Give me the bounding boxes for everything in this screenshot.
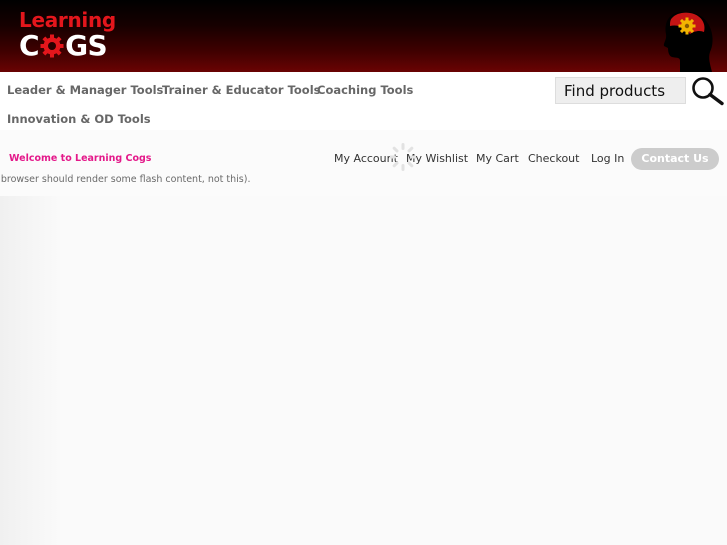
my-cart-link[interactable]: My Cart	[476, 152, 519, 166]
cog-icon	[40, 34, 64, 58]
search-input[interactable]	[555, 77, 686, 104]
head-with-gears-icon	[663, 12, 713, 72]
content-left-shadow	[0, 196, 60, 545]
site-header: Learning C GS	[0, 0, 727, 72]
my-account-link[interactable]: My Account	[334, 152, 398, 166]
nav-item-coaching-tools[interactable]: Coaching Tools	[317, 83, 413, 97]
loading-spinner-icon	[390, 143, 416, 171]
contact-us-button[interactable]: Contact Us	[631, 148, 719, 170]
log-in-link[interactable]: Log In	[591, 152, 624, 166]
flash-fallback-message: e browser should render some flash conte…	[0, 174, 251, 185]
main-navigation: Leader & Manager Tools Trainer & Educato…	[0, 72, 727, 130]
checkout-link[interactable]: Checkout	[528, 152, 579, 166]
search-icon[interactable]	[689, 76, 725, 106]
nav-item-leader-manager-tools[interactable]: Leader & Manager Tools	[7, 83, 163, 97]
nav-item-trainer-educator-tools[interactable]: Trainer & Educator Tools	[162, 83, 320, 97]
flash-content-area	[0, 196, 727, 545]
account-links-bar: Welcome to Learning Cogs My Account My W…	[0, 130, 727, 190]
logo-letters-gs: GS	[65, 29, 108, 62]
learning-cogs-logo[interactable]: Learning C GS	[19, 8, 119, 64]
welcome-message: Welcome to Learning Cogs	[9, 153, 152, 164]
nav-item-innovation-od-tools[interactable]: Innovation & OD Tools	[7, 112, 151, 126]
logo-letter-c: C	[19, 29, 40, 62]
logo-word-cogs: C GS	[19, 29, 108, 62]
